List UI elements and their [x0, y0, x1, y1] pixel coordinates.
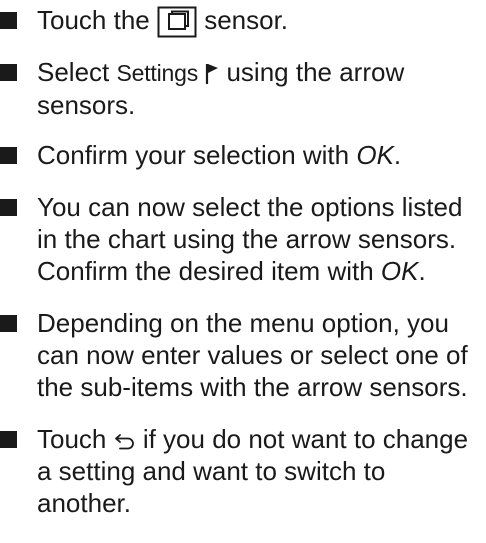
bullet-icon [0, 431, 17, 448]
step-text-line: a setting and want to switch to [37, 456, 386, 486]
step-text-part: Touch the [37, 5, 157, 35]
step-text-part: using the arrow [219, 57, 405, 87]
settings-label: Settings [116, 60, 199, 86]
step-text-part: Select [37, 57, 117, 87]
step-text-part: sensor. [196, 5, 289, 35]
bullet-icon [0, 12, 17, 29]
ok-label: OK [380, 256, 419, 286]
step-text-part: . [393, 140, 402, 170]
step-text-line: sensors. [37, 90, 136, 120]
step-text-part: Confirm the desired item with [37, 256, 381, 286]
bullet-icon [0, 147, 17, 164]
step-text-line: You can now select the options listed [37, 192, 463, 222]
step-text: Confirm your selection with OK. [37, 139, 482, 171]
list-item: Select Settings using the arrow sensors. [0, 56, 482, 121]
menu-icon [157, 6, 197, 38]
back-icon [114, 429, 136, 453]
list-item-continuation: a setting and want to switch to [0, 455, 482, 487]
step-text-part: . [418, 256, 426, 286]
ok-label: OK [356, 140, 394, 170]
step-text-line: the sub-items with the arrow sensors. [37, 372, 468, 402]
step-text-line: another. [37, 488, 131, 518]
step-text: Touch if you do not want to change [37, 423, 482, 455]
list-item-continuation: another. [0, 487, 482, 543]
step-text-part: Confirm your selection with [37, 140, 357, 170]
step-text: Touch the sensor. [37, 4, 482, 38]
bullet-icon [0, 64, 17, 81]
list-item: Confirm your selection with OK. [0, 139, 482, 171]
step-text-line: can now enter values or select one of [37, 340, 468, 370]
step-text: Select Settings using the arrow [37, 56, 482, 89]
flag-icon [205, 62, 219, 86]
bullet-icon [0, 199, 17, 216]
list-item: You can now select the options listed in… [0, 191, 482, 287]
list-item: Depending on the menu option, you can no… [0, 307, 482, 403]
step-text-line: in the chart using the arrow sensors. [37, 224, 457, 254]
step-text-part: Touch [37, 424, 114, 454]
list-item: Touch the sensor. [0, 4, 482, 38]
step-text-line: Depending on the menu option, you [37, 308, 449, 338]
list-item: Touch if you do not want to change [0, 423, 482, 455]
step-text: Confirm the desired item with OK. [37, 255, 482, 287]
step-text-part: if you do not want to change [135, 424, 469, 454]
bullet-icon [0, 315, 17, 332]
